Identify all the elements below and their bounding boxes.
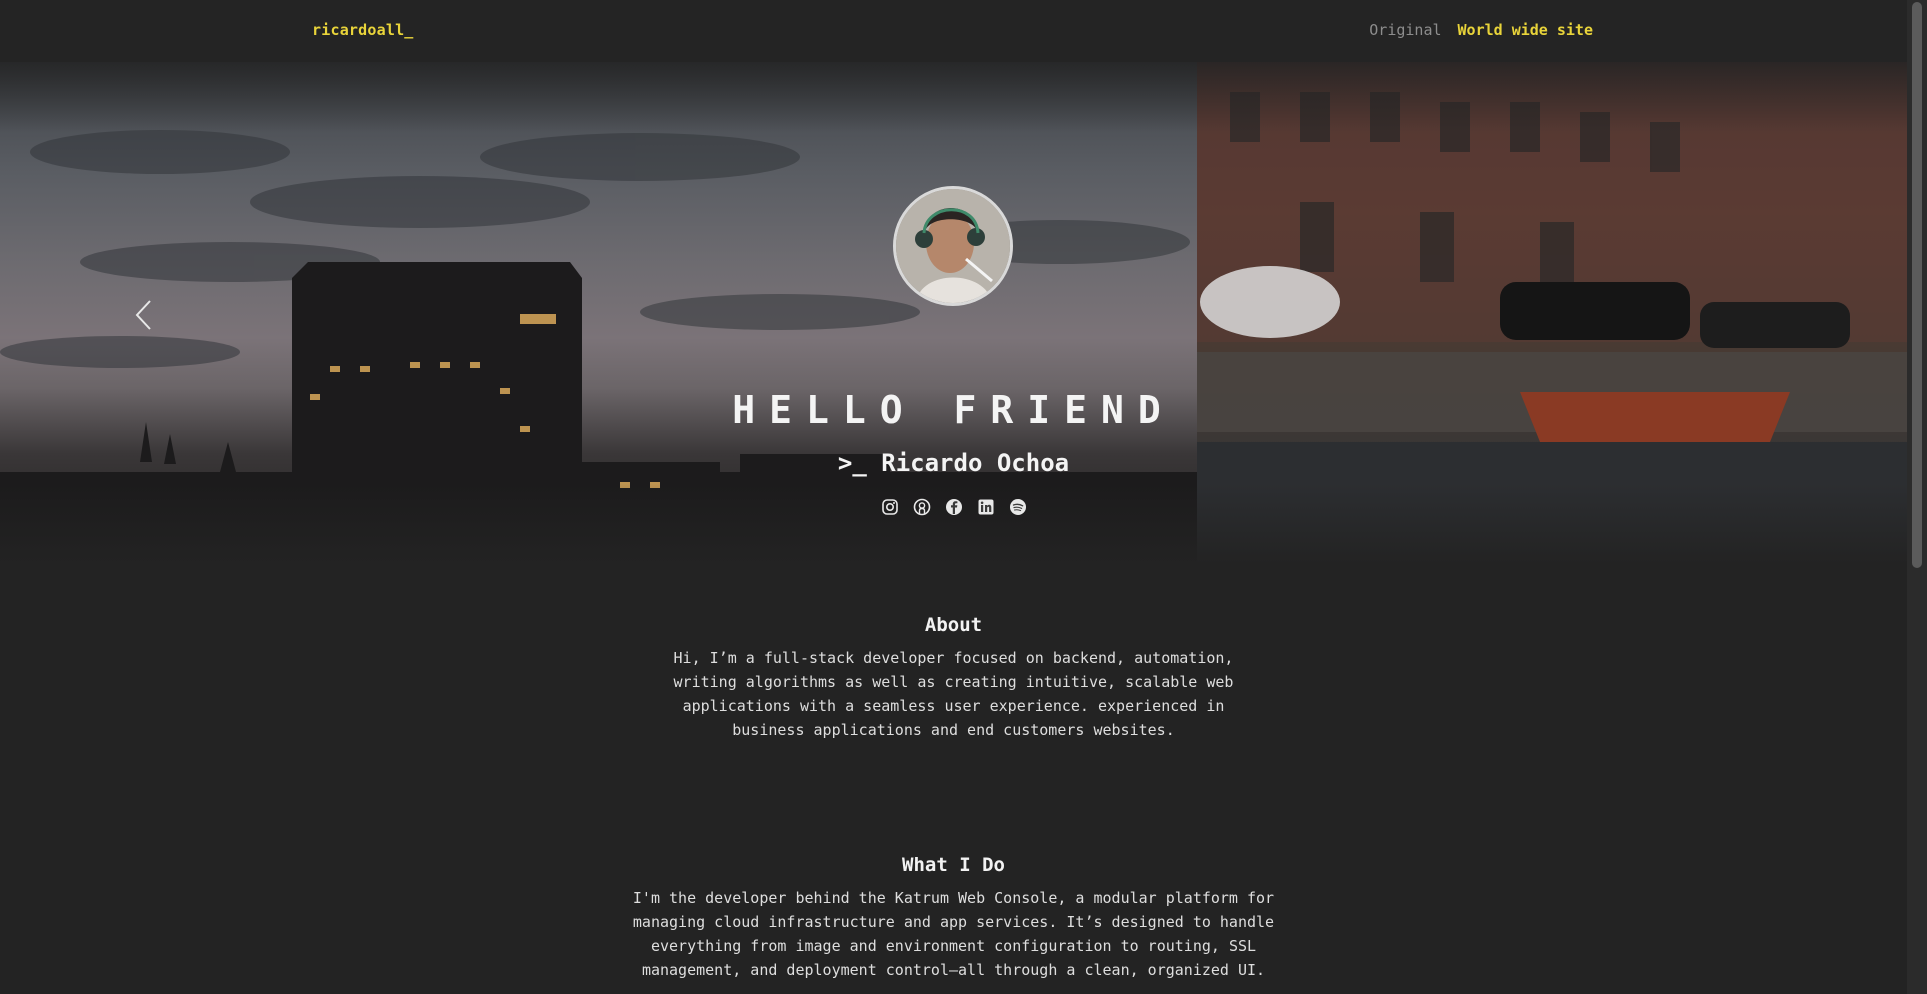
nav-links: Original World wide site: [1369, 21, 1593, 39]
social-links: [0, 498, 1907, 516]
nav-link-world-wide-site[interactable]: World wide site: [1458, 21, 1593, 39]
page-scrollbar[interactable]: [1907, 0, 1927, 994]
hero-subtitle: >_ Ricardo Ochoa: [837, 449, 1070, 477]
about-section: About Hi, I’m a full-stack developer foc…: [0, 614, 1907, 742]
nav-link-original[interactable]: Original: [1369, 21, 1441, 39]
linkedin-icon[interactable]: [977, 498, 995, 516]
brand-link[interactable]: ricardoall_: [312, 21, 414, 39]
hero-title: HELLO FRIEND: [732, 388, 1175, 432]
profile-avatar: [893, 186, 1013, 306]
hero-carousel: HELLO FRIEND >_ Ricardo Ochoa: [0, 62, 1907, 564]
about-heading: About: [924, 614, 983, 636]
what-i-do-heading: What I Do: [902, 854, 1005, 876]
spotify-icon[interactable]: [1009, 498, 1027, 516]
carousel-prev-arrow-icon[interactable]: [130, 298, 158, 332]
hero-scenery: [0, 62, 1907, 564]
scrollbar-thumb[interactable]: [1912, 2, 1922, 568]
facebook-icon[interactable]: [945, 498, 963, 516]
top-navbar: ricardoall_ Original World wide site: [0, 0, 1907, 62]
about-text: Hi, I’m a full-stack developer focused o…: [673, 649, 1234, 739]
what-i-do-section: What I Do I'm the developer behind the K…: [0, 854, 1907, 982]
instagram-icon[interactable]: [881, 498, 899, 516]
github-icon[interactable]: [913, 498, 931, 516]
what-i-do-text: I'm the developer behind the Katrum Web …: [632, 889, 1275, 979]
